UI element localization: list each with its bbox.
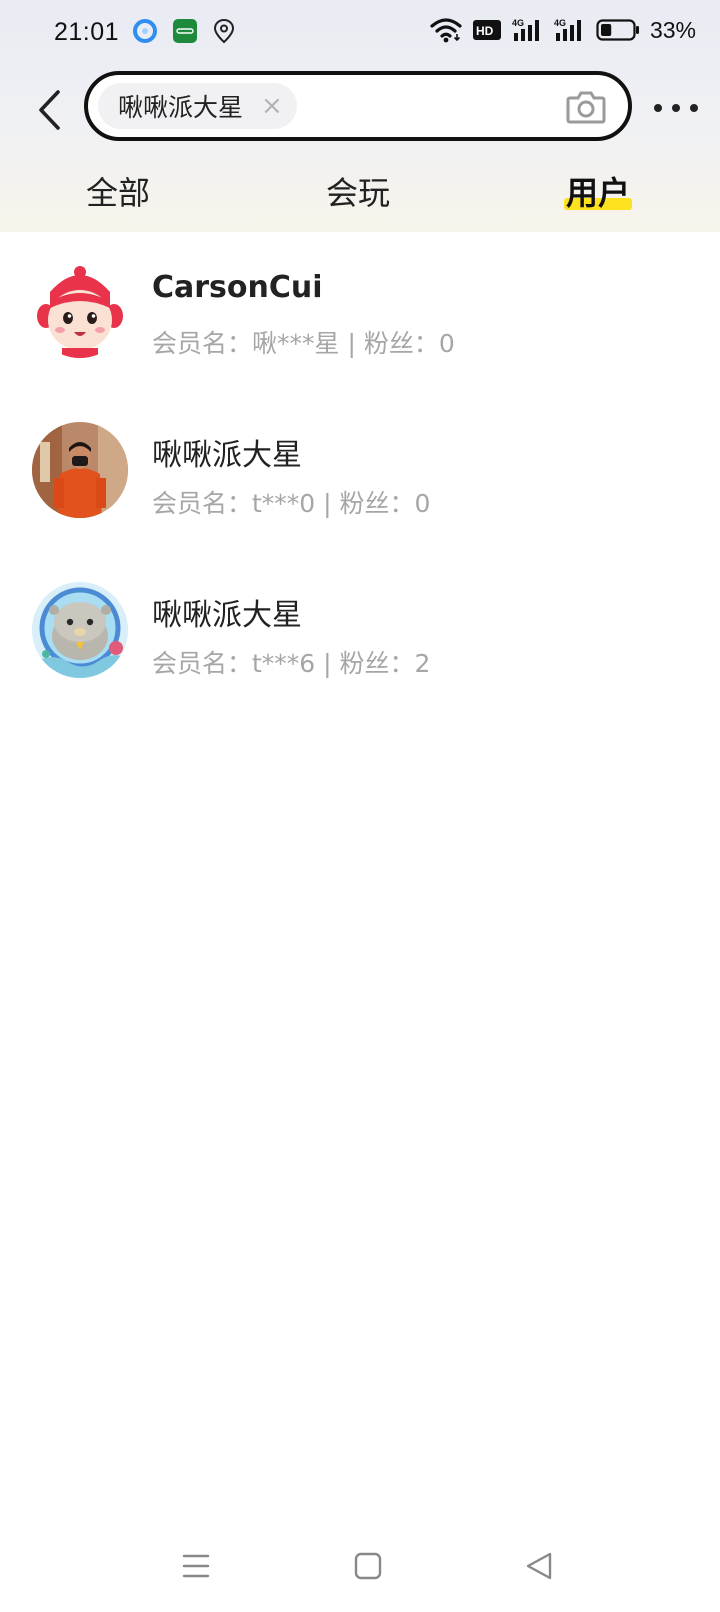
avatar[interactable] <box>32 582 128 678</box>
avatar[interactable] <box>32 422 128 518</box>
network-4g-label-2: 4G <box>554 18 566 28</box>
user-row[interactable]: CarsonCui 会员名：啾***星 | 粉丝：0 <box>0 232 720 392</box>
user-name: CarsonCui <box>152 270 323 305</box>
back-arrow-icon <box>39 90 60 130</box>
location-icon <box>213 18 235 44</box>
network-4g-label-1: 4G <box>512 18 524 28</box>
browser-icon <box>133 19 157 43</box>
nav-back-button[interactable] <box>520 1546 560 1586</box>
camera-icon <box>566 91 606 124</box>
oppo-app-icon <box>173 19 197 43</box>
hd-label: HD <box>476 24 494 38</box>
person-photo-avatar-icon <box>32 422 128 518</box>
battery-fill <box>600 24 612 36</box>
cartoon-monkey-avatar-icon <box>32 262 128 358</box>
user-results-list: CarsonCui 会员名：啾***星 | 粉丝：0 啾啾派大星 会员名：t**… <box>0 232 720 712</box>
back-button[interactable] <box>30 84 70 136</box>
back-triangle-icon <box>526 1552 552 1580</box>
user-row[interactable]: 啾啾派大星 会员名：t***6 | 粉丝：2 <box>0 552 720 712</box>
tab-label: 用户 <box>566 174 631 212</box>
menu-icon <box>182 1554 210 1578</box>
more-options-button[interactable] <box>654 96 698 120</box>
status-bar: 21:01 HD 4G 4G 33% <box>0 0 720 64</box>
more-dot-icon <box>690 104 698 112</box>
tab-users[interactable]: 用户 <box>564 168 632 214</box>
nav-menu-button[interactable] <box>176 1546 216 1586</box>
signal-icon-1: 4G <box>512 18 539 41</box>
more-dot-icon <box>654 104 662 112</box>
more-dot-icon <box>672 104 680 112</box>
avatar[interactable] <box>32 262 128 358</box>
wifi-icon <box>430 18 462 43</box>
system-navigation-bar <box>0 1532 720 1612</box>
tab-all[interactable]: 全部 <box>86 168 150 214</box>
search-box[interactable]: 啾啾派大星 × <box>84 71 632 141</box>
tab-play[interactable]: 会玩 <box>326 168 390 214</box>
user-name: 啾啾派大星 <box>152 598 302 633</box>
user-meta: 会员名：t***0 | 粉丝：0 <box>152 489 431 518</box>
status-right-icons: HD 4G 4G 33% <box>430 16 696 44</box>
user-meta: 会员名：啾***星 | 粉丝：0 <box>152 329 455 358</box>
status-time: 21:01 <box>54 18 120 46</box>
seal-cartoon-avatar-icon <box>32 582 128 678</box>
signal-icon-2: 4G <box>554 18 581 41</box>
notification-icons <box>132 18 236 44</box>
tab-label: 全部 <box>86 174 151 212</box>
search-query-chip[interactable]: 啾啾派大星 × <box>98 83 297 129</box>
search-query-text: 啾啾派大星 <box>118 93 244 122</box>
tab-label: 会玩 <box>326 174 391 212</box>
home-square-icon <box>354 1552 382 1580</box>
battery-percent: 33% <box>649 16 696 43</box>
camera-search-button[interactable] <box>566 88 606 126</box>
user-row[interactable]: 啾啾派大星 会员名：t***0 | 粉丝：0 <box>0 392 720 552</box>
battery-icon <box>596 19 639 41</box>
hd-icon: HD <box>472 20 501 40</box>
user-meta: 会员名：t***6 | 粉丝：2 <box>152 649 431 678</box>
nav-home-button[interactable] <box>348 1546 388 1586</box>
clear-icon[interactable]: × <box>261 93 283 119</box>
user-name: 啾啾派大星 <box>152 438 302 473</box>
